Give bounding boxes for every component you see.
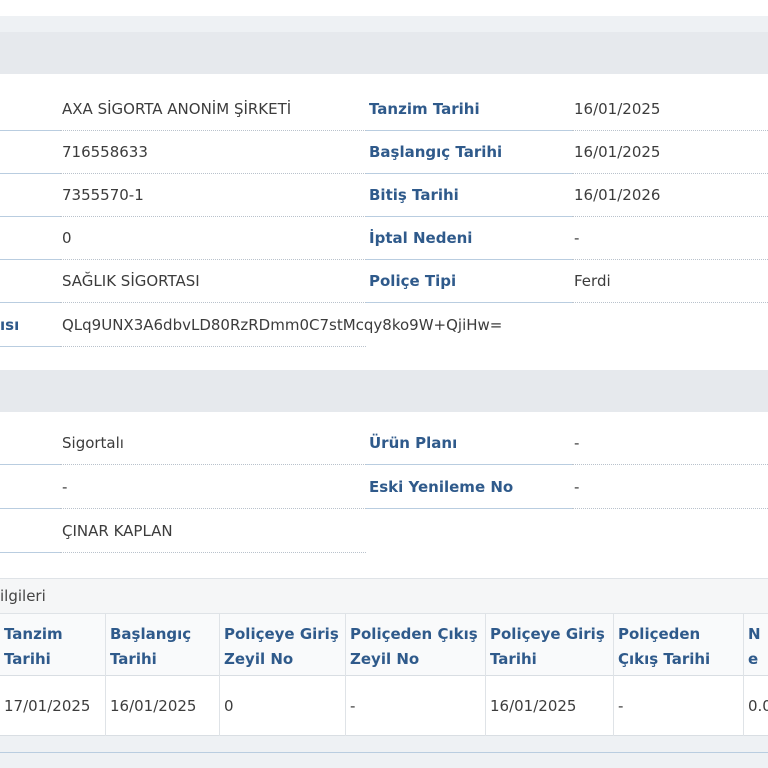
cell-exit-date: - xyxy=(614,676,744,736)
product-plan-value: - xyxy=(572,422,768,465)
agency-number-value: 7355570-1 xyxy=(60,174,366,217)
insured-name-value: ÇINAR KAPLAN xyxy=(60,510,366,553)
renewal-number-value: 0 xyxy=(60,217,366,260)
old-renewal-label: Eski Yenileme No xyxy=(366,466,572,509)
cell-start-date: 16/01/2025 xyxy=(106,676,220,736)
policy-number-value: 716558633 xyxy=(60,131,366,174)
product-plan-label: Ürün Planı xyxy=(366,422,572,465)
insured-type-value: Sigortalı xyxy=(60,422,366,465)
cancel-reason-label: İptal Nedeni xyxy=(366,217,572,260)
insured-row-label xyxy=(0,422,60,465)
cell-net-premium: 0.0 xyxy=(748,697,768,715)
issue-date-value: 16/01/2025 xyxy=(572,88,768,131)
cell-entry-endorsement-no: 0 xyxy=(220,676,346,736)
cell-exit-endorsement-no: - xyxy=(346,676,486,736)
col-exit-date[interactable]: Poliçeden Çıkış Tarihi xyxy=(614,614,744,676)
end-date-label: Bitiş Tarihi xyxy=(366,174,572,217)
insured-detail-value: - xyxy=(60,466,366,509)
col-exit-endorsement-no[interactable]: Poliçeden Çıkış Zeyil No xyxy=(346,614,486,676)
insured-row-label xyxy=(0,510,60,553)
start-date-value: 16/01/2025 xyxy=(572,131,768,174)
entry-info-table: Tanzim Tarihi Başlangıç Tarihi Poliçeye … xyxy=(0,614,768,736)
policy-row-label xyxy=(0,174,60,217)
col-entry-endorsement-no[interactable]: Poliçeye Giriş Zeyil No xyxy=(220,614,346,676)
hash-label: ısı xyxy=(0,304,60,347)
col-issue-date[interactable]: Tanzim Tarihi xyxy=(0,614,106,676)
start-date-label: Başlangıç Tarihi xyxy=(366,131,572,174)
col-start-date[interactable]: Başlangıç Tarihi xyxy=(106,614,220,676)
table-title: ilgileri xyxy=(0,587,46,605)
insurer-name-value: AXA SİGORTA ANONİM ŞİRKETİ xyxy=(60,88,366,131)
policy-row-label xyxy=(0,217,60,260)
table-row: 17/01/2025 16/01/2025 0 - 16/01/2025 - 0… xyxy=(0,676,768,736)
policy-row-label xyxy=(0,260,60,303)
insured-section-body: Sigortalı Ürün Planı - - Eski Yenileme N… xyxy=(0,412,768,578)
cell-issue-date: 17/01/2025 xyxy=(0,676,106,736)
branch-value: SAĞLIK SİGORTASI xyxy=(60,260,366,303)
policy-type-label: Poliçe Tipi xyxy=(366,260,572,303)
policy-section-header xyxy=(0,32,768,74)
col-net-premium[interactable]: Ne Pri xyxy=(744,614,768,676)
hash-value: QLq9UNX3A6dbvLD80RzRDmm0C7stMcqy8ko9W+Qj… xyxy=(60,304,502,347)
cell-entry-date: 16/01/2025 xyxy=(486,676,614,736)
table-header-row: Tanzim Tarihi Başlangıç Tarihi Poliçeye … xyxy=(0,614,768,676)
policy-section-body: AXA SİGORTA ANONİM ŞİRKETİ Tanzim Tarihi… xyxy=(0,74,768,370)
col-entry-date[interactable]: Poliçeye Giriş Tarihi xyxy=(486,614,614,676)
insured-row-label xyxy=(0,466,60,509)
policy-type-value: Ferdi xyxy=(572,260,768,303)
policy-row-label xyxy=(0,131,60,174)
bottom-divider xyxy=(0,752,768,753)
end-date-value: 16/01/2026 xyxy=(572,174,768,217)
issue-date-label: Tanzim Tarihi xyxy=(366,88,572,131)
insured-section-header xyxy=(0,370,768,412)
old-renewal-value: - xyxy=(572,466,768,509)
table-title-bar: ilgileri xyxy=(0,578,768,614)
top-card xyxy=(0,0,768,16)
cancel-reason-value: - xyxy=(572,217,768,260)
policy-row-label xyxy=(0,88,60,131)
